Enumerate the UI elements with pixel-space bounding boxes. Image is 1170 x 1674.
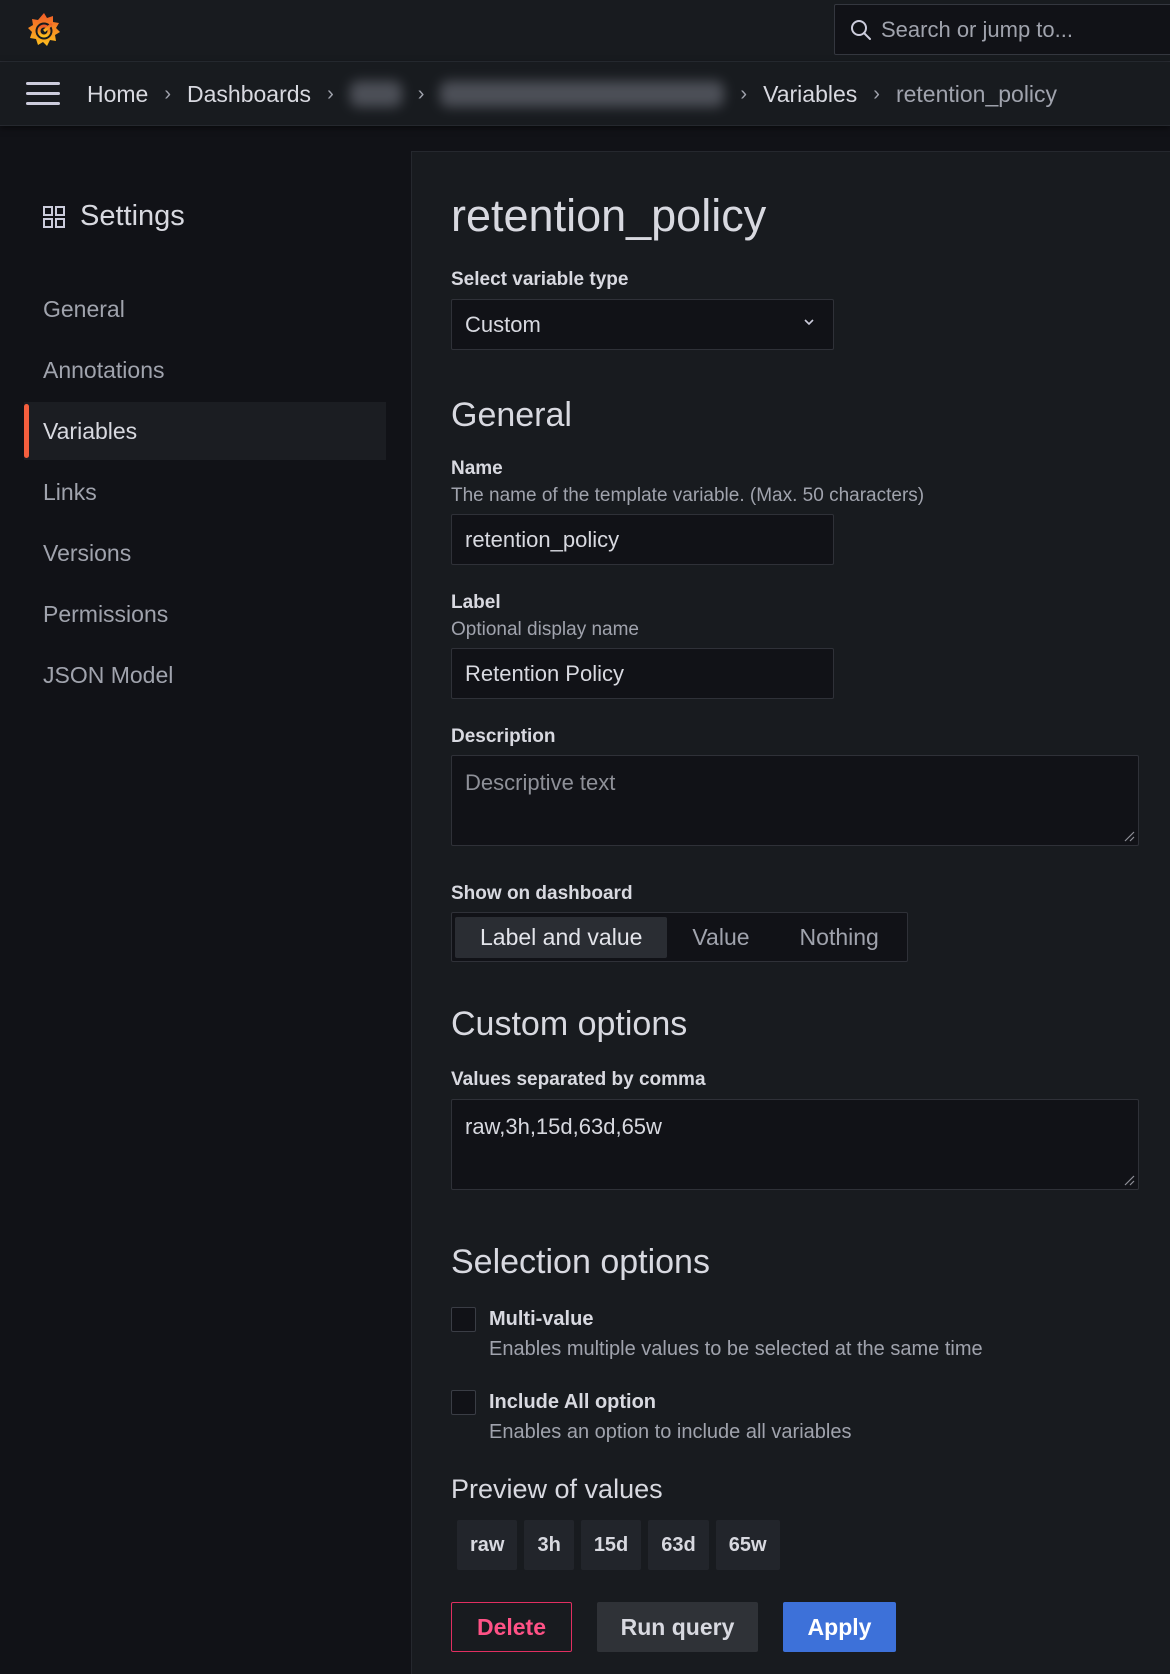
resize-handle-icon[interactable] bbox=[1123, 1174, 1135, 1186]
sidebar-item-json-model[interactable]: JSON Model bbox=[24, 646, 386, 704]
page-title: retention_policy bbox=[451, 190, 767, 241]
sidebar-item-general[interactable]: General bbox=[24, 280, 386, 338]
run-query-button[interactable]: Run query bbox=[597, 1602, 758, 1652]
sidebar-item-annotations[interactable]: Annotations bbox=[24, 341, 386, 399]
breadcrumb-folder-redacted[interactable] bbox=[349, 81, 402, 107]
delete-button[interactable]: Delete bbox=[451, 1602, 572, 1652]
breadcrumb: Home › Dashboards › › › Variables › rete… bbox=[87, 62, 1057, 126]
grafana-logo-icon[interactable] bbox=[24, 10, 64, 50]
variable-editor-panel: retention_policy Select variable type Cu… bbox=[411, 151, 1170, 1674]
chevron-right-icon: › bbox=[417, 82, 425, 105]
apply-button[interactable]: Apply bbox=[783, 1602, 896, 1652]
chevron-right-icon: › bbox=[740, 82, 748, 105]
breadcrumb-current: retention_policy bbox=[895, 80, 1058, 107]
sidebar-item-variables[interactable]: Variables bbox=[24, 402, 386, 460]
settings-title-label: Settings bbox=[80, 200, 185, 232]
label-input[interactable]: Retention Policy bbox=[451, 648, 834, 699]
show-on-dashboard-radio-group: Label and value Value Nothing bbox=[451, 912, 908, 962]
preview-value-chip: raw bbox=[457, 1520, 518, 1570]
include-all-checkbox[interactable] bbox=[451, 1390, 476, 1415]
search-icon bbox=[851, 19, 871, 40]
search-input[interactable]: Search or jump to... bbox=[834, 4, 1170, 55]
settings-nav: General Annotations Variables Links Vers… bbox=[24, 280, 386, 707]
chevron-right-icon: › bbox=[327, 82, 334, 105]
name-label: Name bbox=[451, 458, 503, 479]
breadcrumb-dashboard-redacted[interactable] bbox=[440, 81, 725, 107]
chevron-right-icon: › bbox=[873, 82, 880, 105]
label-description: Optional display name bbox=[451, 619, 639, 640]
preview-value-chip: 65w bbox=[715, 1520, 780, 1570]
multi-value-checkbox[interactable] bbox=[451, 1307, 476, 1332]
chevron-down-icon bbox=[804, 319, 814, 326]
preview-value-chip: 63d bbox=[648, 1520, 709, 1570]
show-option-value[interactable]: Value bbox=[667, 917, 774, 958]
settings-title: Settings bbox=[42, 200, 185, 233]
variable-type-value: Custom bbox=[465, 311, 541, 337]
selection-options-heading: Selection options bbox=[451, 1243, 710, 1281]
preview-value-chip: 3h bbox=[524, 1520, 574, 1570]
description-placeholder: Descriptive text bbox=[465, 770, 616, 795]
values-text: raw,3h,15d,63d,65w bbox=[465, 1114, 662, 1139]
show-option-nothing[interactable]: Nothing bbox=[775, 917, 904, 958]
description-textarea[interactable]: Descriptive text bbox=[451, 755, 1139, 846]
breadcrumb-bar: Home › Dashboards › › › Variables › rete… bbox=[0, 62, 1170, 126]
chevron-right-icon: › bbox=[164, 82, 172, 105]
preview-values: raw 3h 15d 63d 65w bbox=[457, 1520, 787, 1570]
name-input[interactable]: retention_policy bbox=[451, 514, 834, 565]
apps-grid-icon bbox=[43, 205, 65, 228]
custom-options-heading: Custom options bbox=[451, 1005, 688, 1043]
include-all-label: Include All option bbox=[489, 1391, 657, 1413]
preview-value-chip: 15d bbox=[580, 1520, 642, 1570]
multi-value-description: Enables multiple values to be selected a… bbox=[489, 1338, 983, 1360]
search-placeholder: Search or jump to... bbox=[881, 16, 1073, 42]
values-label: Values separated by comma bbox=[451, 1069, 706, 1090]
breadcrumb-home[interactable]: Home bbox=[87, 81, 148, 108]
general-heading: General bbox=[451, 396, 572, 434]
breadcrumb-dashboards[interactable]: Dashboards bbox=[187, 81, 311, 108]
menu-icon[interactable] bbox=[26, 82, 60, 106]
preview-of-values-heading: Preview of values bbox=[451, 1474, 663, 1504]
variable-type-label: Select variable type bbox=[451, 269, 629, 290]
name-description: The name of the template variable. (Max.… bbox=[451, 485, 925, 506]
show-on-dashboard-label: Show on dashboard bbox=[451, 883, 633, 904]
variable-type-select[interactable]: Custom bbox=[451, 299, 834, 350]
label-label: Label bbox=[451, 592, 501, 613]
top-bar: Search or jump to... bbox=[0, 0, 1170, 62]
multi-value-label: Multi-value bbox=[489, 1308, 594, 1330]
show-option-label-and-value[interactable]: Label and value bbox=[455, 916, 668, 958]
description-label: Description bbox=[451, 726, 556, 747]
resize-handle-icon[interactable] bbox=[1123, 830, 1135, 842]
include-all-description: Enables an option to include all variabl… bbox=[489, 1421, 852, 1443]
sidebar-item-versions[interactable]: Versions bbox=[24, 524, 386, 582]
sidebar-item-links[interactable]: Links bbox=[24, 463, 386, 521]
values-textarea[interactable]: raw,3h,15d,63d,65w bbox=[451, 1099, 1139, 1190]
sidebar-item-permissions[interactable]: Permissions bbox=[24, 585, 386, 643]
breadcrumb-variables[interactable]: Variables bbox=[763, 81, 857, 108]
